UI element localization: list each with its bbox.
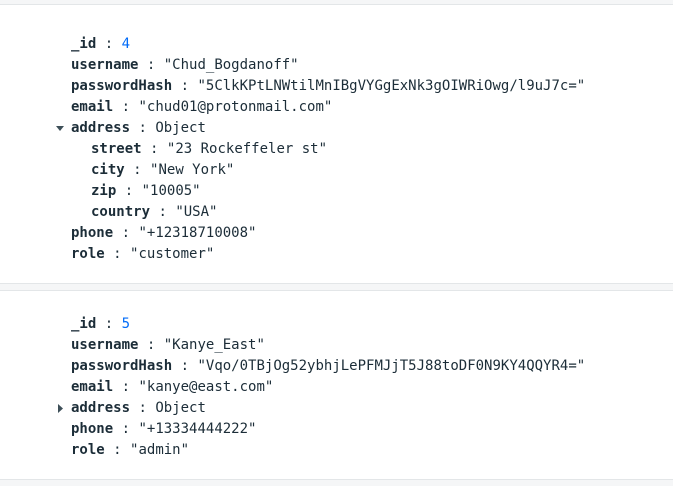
field-separator: :	[121, 379, 131, 395]
field-value: 5	[121, 316, 131, 332]
field-passwordhash[interactable]: passwordHash : "Vqo/0TBjOg52ybhjLePFMJjT…	[71, 356, 585, 377]
field-id[interactable]: _id : 5	[71, 314, 130, 335]
field-key: country	[91, 204, 151, 220]
field-key: email	[71, 379, 114, 395]
field-separator: :	[146, 57, 156, 73]
field-separator: :	[180, 358, 190, 374]
field-key: city	[91, 162, 125, 178]
field-separator: :	[121, 421, 131, 437]
field-email[interactable]: email : "kanye@east.com"	[71, 377, 273, 398]
field-country[interactable]: country : "USA"	[91, 202, 217, 223]
field-key: zip	[91, 183, 117, 199]
field-username[interactable]: username : "Chud_Bogdanoff"	[71, 55, 299, 76]
field-separator: :	[113, 246, 122, 262]
caret-down-icon[interactable]	[55, 118, 65, 139]
field-role[interactable]: role : "customer"	[71, 244, 214, 265]
field-value: "admin"	[130, 442, 190, 458]
field-value: "+12318710008"	[138, 225, 257, 241]
field-separator: :	[121, 225, 131, 241]
field-value: "+13334444222"	[138, 421, 257, 437]
field-value: "Vqo/0TBjOg52ybhjLePFMJjT5J88toDF0N9KY4Q…	[197, 358, 586, 374]
field-key: passwordHash	[71, 78, 173, 94]
field-value: "23 Rockeffeler st"	[166, 141, 328, 157]
caret-right-icon[interactable]	[55, 398, 65, 419]
field-zip[interactable]: zip : "10005"	[91, 181, 201, 202]
field-key: address	[71, 120, 131, 136]
field-separator: :	[146, 337, 156, 353]
field-street[interactable]: street : "23 Rockeffeler st"	[91, 139, 327, 160]
field-value: "Kanye_East"	[163, 337, 265, 353]
field-key: passwordHash	[71, 358, 173, 374]
field-value: "customer"	[130, 246, 215, 262]
field-phone[interactable]: phone : "+12318710008"	[71, 223, 256, 244]
field-key: role	[71, 442, 105, 458]
field-address[interactable]: address : Object	[0, 398, 673, 419]
field-separator: :	[104, 36, 114, 52]
field-address[interactable]: address : Object	[0, 118, 673, 139]
field-key: street	[91, 141, 142, 157]
field-key: _id	[71, 36, 97, 52]
field-separator: :	[180, 78, 190, 94]
field-type: Object	[155, 120, 206, 136]
document-card-5: _id : 5 username : "Kanye_East" password…	[0, 290, 673, 480]
field-separator: :	[124, 183, 134, 199]
field-key: role	[71, 246, 105, 262]
field-email[interactable]: email : "chud01@protonmail.com"	[71, 97, 332, 118]
field-passwordhash[interactable]: passwordHash : "5ClkKPtLNWtilMnIBgVYGgEx…	[71, 76, 585, 97]
field-value: "5ClkKPtLNWtilMnIBgVYGgExNk3gOIWRiOwg/l9…	[197, 78, 586, 94]
field-separator: :	[138, 400, 147, 416]
field-separator: :	[133, 162, 142, 178]
field-key: username	[71, 337, 139, 353]
field-key: username	[71, 57, 139, 73]
field-separator: :	[104, 316, 114, 332]
field-city[interactable]: city : "New York"	[91, 160, 234, 181]
field-separator: :	[113, 442, 122, 458]
field-type: Object	[155, 400, 206, 416]
field-id[interactable]: _id : 4	[71, 34, 130, 55]
field-separator: :	[121, 99, 131, 115]
field-value: "10005"	[141, 183, 201, 199]
field-username[interactable]: username : "Kanye_East"	[71, 335, 265, 356]
field-key: phone	[71, 225, 114, 241]
field-separator: :	[158, 204, 167, 220]
field-value: "chud01@protonmail.com"	[138, 99, 333, 115]
field-value: "USA"	[175, 204, 218, 220]
field-role[interactable]: role : "admin"	[71, 440, 189, 461]
field-value: "kanye@east.com"	[138, 379, 274, 395]
field-key: address	[71, 400, 131, 416]
field-key: _id	[71, 316, 97, 332]
field-value: 4	[121, 36, 131, 52]
field-value: "Chud_Bogdanoff"	[163, 57, 299, 73]
document-card-4: _id : 4 username : "Chud_Bogdanoff" pass…	[0, 4, 673, 284]
field-separator: :	[150, 141, 159, 157]
field-phone[interactable]: phone : "+13334444222"	[71, 419, 256, 440]
field-key: email	[71, 99, 114, 115]
field-key: phone	[71, 421, 114, 437]
field-value: "New York"	[150, 162, 235, 178]
field-separator: :	[138, 120, 147, 136]
